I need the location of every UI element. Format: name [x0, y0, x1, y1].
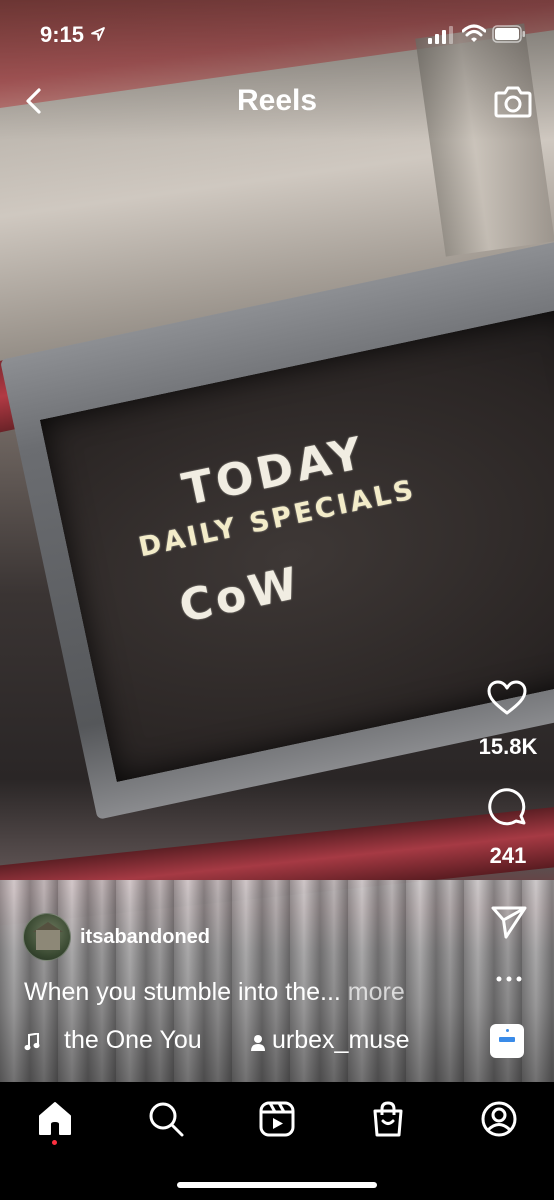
shopping-bag-icon [373, 1101, 403, 1137]
more-icon[interactable] [496, 972, 522, 986]
home-notification-dot [52, 1140, 57, 1145]
audio-thumbnail[interactable] [490, 1024, 524, 1058]
status-time: 9:15 [40, 22, 85, 47]
audio-track-label[interactable]: the One You [48, 1026, 218, 1055]
tab-search[interactable] [146, 1099, 186, 1139]
like-count: 15.8K [478, 734, 538, 759]
tab-shop[interactable] [368, 1099, 408, 1139]
avatar[interactable] [23, 913, 71, 961]
status-bar: 9:15 [0, 0, 554, 70]
heart-icon[interactable] [487, 680, 527, 716]
camera-icon[interactable] [494, 84, 532, 118]
reel-video[interactable]: TODAY DAILY SPECIALS CoW [0, 0, 554, 1082]
reels-icon [259, 1101, 295, 1137]
person-icon [251, 1035, 265, 1051]
wifi-icon [462, 24, 486, 42]
music-note-icon [24, 1033, 40, 1051]
home-indicator[interactable] [177, 1182, 377, 1188]
username[interactable]: itsabandoned [80, 926, 210, 949]
home-icon [39, 1102, 71, 1135]
caption[interactable]: When you stumble into the... more [24, 978, 405, 1007]
battery-icon [492, 25, 525, 43]
comment-count: 241 [489, 843, 527, 868]
search-icon [149, 1102, 184, 1137]
collaborator-link[interactable]: urbex_muse [272, 1026, 410, 1055]
caption-text: When you stumble into the... [24, 978, 341, 1006]
tab-profile[interactable] [479, 1099, 519, 1139]
cellular-signal-icon [428, 26, 453, 44]
caption-more-link[interactable]: more [348, 978, 405, 1006]
tab-home[interactable] [35, 1099, 75, 1139]
comment-icon[interactable] [488, 788, 528, 828]
location-arrow-icon [91, 27, 105, 41]
profile-icon [481, 1101, 517, 1137]
tab-reels[interactable] [257, 1099, 297, 1139]
send-icon[interactable] [490, 904, 528, 940]
reels-screen: TODAY DAILY SPECIALS CoW 9:15 Reels 15.8… [0, 0, 554, 1200]
page-title: Reels [236, 84, 318, 117]
